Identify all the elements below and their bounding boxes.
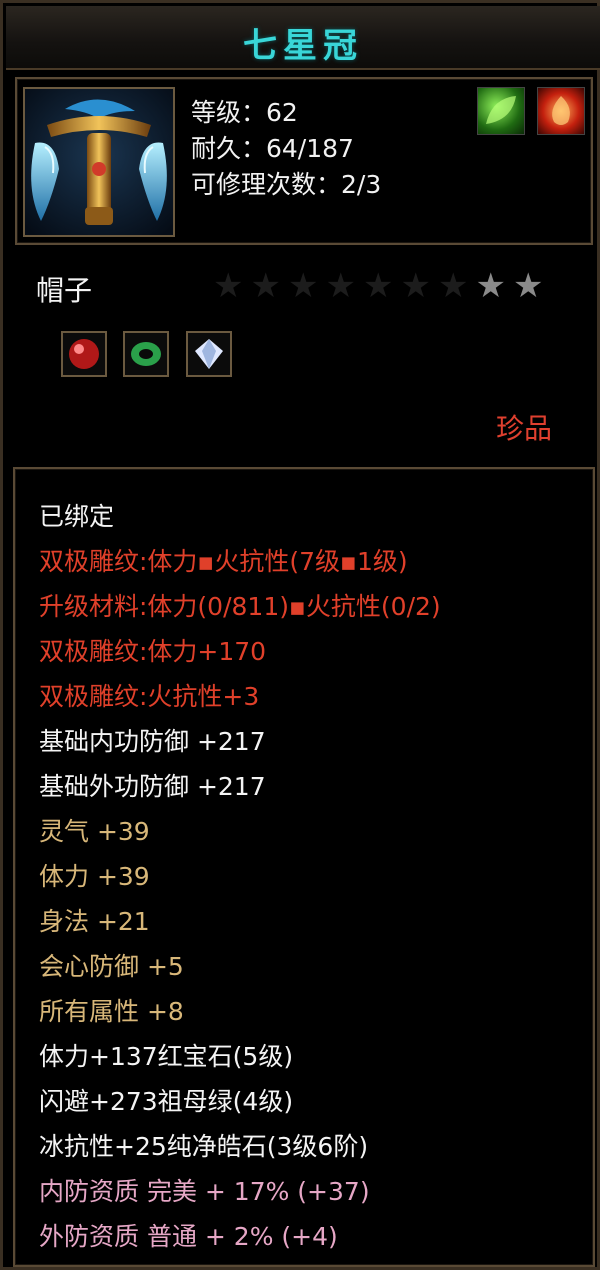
item-tooltip: 七星冠 等级：62 耐久：64/187 可修理次数：2/3 帽子 ★ ★ ★ ★… (0, 0, 600, 1270)
diamond-socket-icon[interactable] (186, 331, 232, 377)
attribute-line: 会心防御 +5 (39, 952, 184, 981)
attribute-line: 基础内功防御 +217 (39, 727, 266, 756)
attribute-line: 双极雕纹:体力+170 (39, 637, 267, 666)
item-level: 等级：62 (191, 98, 298, 127)
item-durability: 耐久：64/187 (191, 134, 354, 163)
red-fire-gem-icon (537, 87, 585, 135)
item-type: 帽子 (36, 274, 93, 307)
empty-star-icon: ★ (325, 266, 356, 306)
ruby-socket-icon[interactable] (61, 331, 107, 377)
green-leaf-gem-icon (477, 87, 525, 135)
empty-star-icon: ★ (250, 266, 281, 306)
empty-star-icon: ★ (363, 266, 394, 306)
attribute-line: 身法 +21 (39, 907, 150, 936)
attribute-line: 内防资质 完美 + 17% (+37) (39, 1177, 370, 1206)
attribute-line: 基础外功防御 +217 (39, 772, 266, 801)
item-title: 七星冠 (243, 26, 363, 66)
item-repair-count: 可修理次数：2/3 (191, 170, 382, 199)
attribute-line: 体力+137红宝石(5级) (39, 1042, 294, 1071)
lit-star-icon: ★ (513, 266, 544, 306)
attribute-line: 闪避+273祖母绿(4级) (39, 1087, 294, 1116)
empty-star-icon: ★ (438, 266, 469, 306)
emerald-socket-icon[interactable] (123, 331, 169, 377)
attribute-line: 灵气 +39 (39, 817, 150, 846)
attribute-line: 冰抗性+25纯净皓石(3级6阶) (39, 1132, 369, 1161)
attribute-line: 外防资质 普通 + 2% (+4) (39, 1222, 338, 1251)
attribute-line: 所有属性 +8 (39, 997, 184, 1026)
title-bar: 七星冠 (6, 6, 600, 70)
empty-star-icon: ★ (400, 266, 431, 306)
attribute-line: 已绑定 (39, 502, 115, 531)
lit-star-icon: ★ (475, 266, 506, 306)
empty-star-icon: ★ (288, 266, 319, 306)
rarity-label: 珍品 (496, 412, 553, 445)
empty-star-icon: ★ (213, 266, 244, 306)
attribute-line: 双极雕纹:体力▪火抗性(7级▪1级) (39, 547, 408, 576)
attribute-line: 双极雕纹:火抗性+3 (39, 682, 260, 711)
attribute-line: 体力 +39 (39, 862, 150, 891)
attribute-line: 升级材料:体力(0/811)▪火抗性(0/2) (39, 592, 441, 621)
crown-icon (23, 87, 175, 237)
